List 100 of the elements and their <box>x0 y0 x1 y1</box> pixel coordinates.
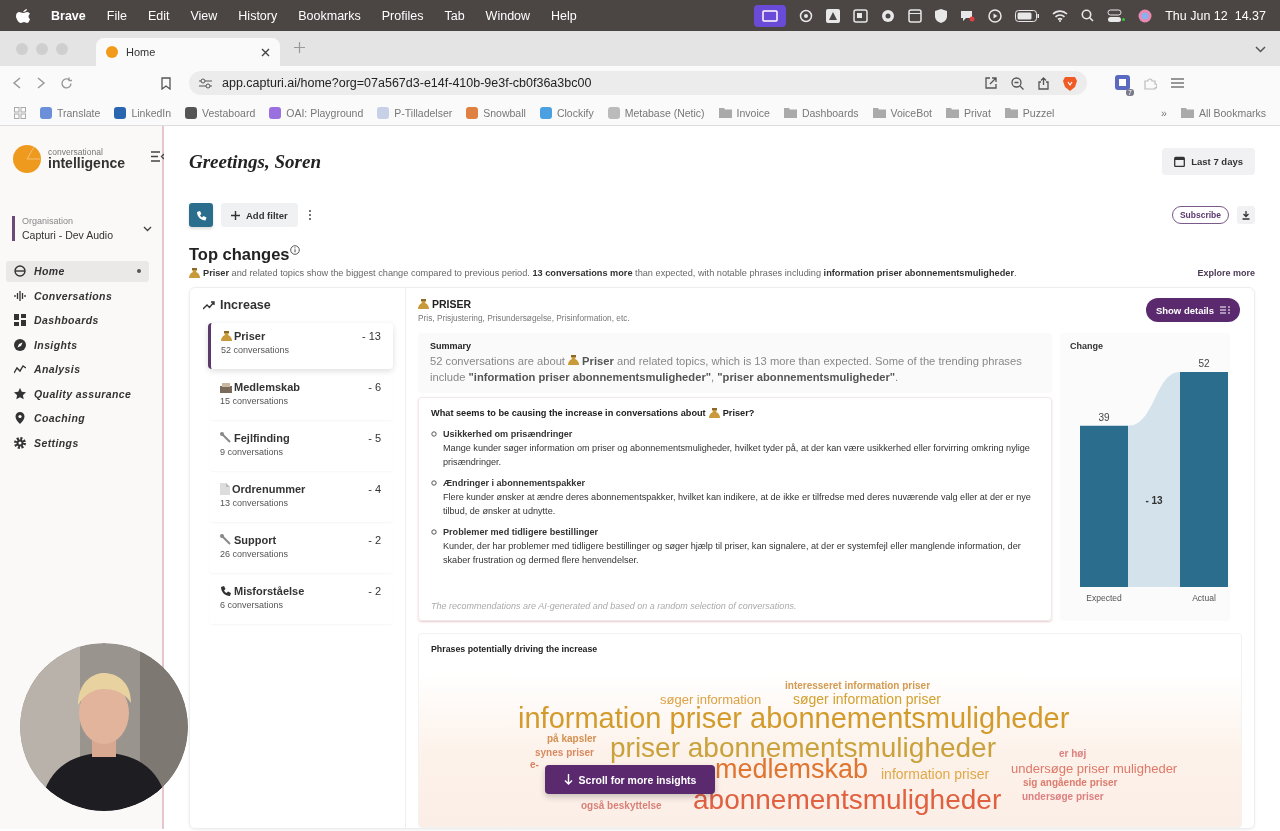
play-icon[interactable] <box>988 8 1003 23</box>
bookmark[interactable]: Puzzel <box>1004 106 1055 119</box>
reload-icon[interactable] <box>60 76 73 90</box>
site-icon <box>185 106 198 119</box>
scroll-button[interactable]: Scroll for more insights <box>545 765 715 794</box>
cause-text: Mange kunder søger information om priser og abonnementsmuligheder, hvilket tyder på, at der kan være usikkerhed eller forvirring omkring nylige prisændringer. <box>443 442 1031 469</box>
more-bookmarks[interactable]: » <box>1161 106 1167 119</box>
menu-item[interactable]: Window <box>485 8 531 23</box>
bookmark[interactable]: Invoice <box>718 106 770 119</box>
chart-title: Change <box>1070 341 1104 351</box>
add-filter-button[interactable]: Add filter <box>221 203 298 227</box>
difference-label: - 13 <box>1145 495 1163 507</box>
lion-icon[interactable] <box>1063 75 1077 91</box>
nav-item[interactable]: Conversations <box>6 285 149 306</box>
triangle-icon[interactable] <box>826 8 841 23</box>
menu-icon[interactable] <box>1171 78 1184 88</box>
back-icon[interactable] <box>12 77 22 89</box>
menu-item[interactable]: Tab <box>444 8 465 23</box>
bookmark-icon[interactable] <box>161 76 171 90</box>
menu-item[interactable]: File <box>106 8 127 23</box>
toggle-icon[interactable] <box>1107 8 1126 23</box>
window-icon[interactable] <box>853 8 869 23</box>
organisation-selector[interactable]: Organisation Capturi - Dev Audio <box>12 216 152 241</box>
topic-item[interactable]: Support - 2 26 conversations <box>209 527 393 573</box>
topic-item[interactable]: Misforståelse - 2 6 conversations <box>209 578 393 624</box>
zoom-out-icon[interactable] <box>1011 76 1024 90</box>
topic-item[interactable]: Medlemskab - 6 15 conversations <box>209 374 393 420</box>
avatar-icon[interactable] <box>1138 8 1153 23</box>
calendar-icon[interactable] <box>908 8 923 23</box>
nav-item[interactable]: Dashboards <box>6 310 149 331</box>
bookmark[interactable]: Clockify <box>539 106 594 119</box>
bookmark[interactable]: Translate <box>40 106 101 119</box>
topic-item[interactable]: Ordrenummer - 4 13 conversations <box>209 476 393 522</box>
logo-text: intelligence <box>48 156 126 171</box>
subscribe-button[interactable]: Subscribe <box>1171 206 1229 224</box>
apple-icon[interactable] <box>16 7 30 24</box>
trending-up-icon <box>203 300 215 310</box>
browser-tab[interactable]: Home <box>96 38 280 66</box>
phone-button[interactable] <box>189 203 213 227</box>
bookmark[interactable]: Snowball <box>466 106 526 119</box>
tune-icon[interactable] <box>199 77 212 89</box>
topic-name: Support <box>234 534 277 546</box>
close-icon[interactable] <box>261 47 270 57</box>
download-button[interactable] <box>1237 206 1255 224</box>
collapse-sidebar-icon[interactable] <box>151 151 164 162</box>
app-menu[interactable]: Brave <box>51 8 86 23</box>
bookmark[interactable]: LinkedIn <box>114 106 172 119</box>
share-icon[interactable] <box>1038 76 1049 90</box>
nav-item[interactable]: Analysis <box>6 359 149 380</box>
battery-icon[interactable] <box>1015 9 1040 22</box>
show-details-button[interactable]: Show details <box>1145 298 1240 322</box>
date-range-button[interactable]: Last 7 days <box>1162 148 1255 175</box>
menu-item[interactable]: History <box>238 8 278 23</box>
address-bar[interactable]: app.capturi.ai/home?org=07a567d3-e14f-410b-9e3f-cb0f36a3bc00 <box>189 71 1087 95</box>
settings-icon <box>14 436 26 449</box>
explore-more-link[interactable]: Explore more <box>1197 268 1255 278</box>
forward-icon[interactable] <box>36 77 46 89</box>
info-icon[interactable] <box>289 245 300 255</box>
data-label: 52 <box>1198 358 1210 369</box>
bookmark[interactable]: P-Tilladelser <box>377 106 453 119</box>
wifi-icon[interactable] <box>1052 9 1069 22</box>
bullet-icon <box>431 529 437 535</box>
bullet-icon <box>431 480 437 486</box>
chat-icon[interactable] <box>960 8 976 23</box>
active-dot-icon <box>137 269 141 274</box>
site-icon <box>114 106 127 119</box>
bookmark[interactable]: Metabase (Netic) <box>607 106 705 119</box>
nav-item[interactable]: Settings <box>6 432 149 453</box>
topic-item[interactable]: Fejlfinding - 5 9 conversations <box>209 425 393 471</box>
screen-mirror-icon[interactable] <box>754 4 787 27</box>
bookmark[interactable]: OAI: Playground <box>269 106 364 119</box>
change-value: - 13 <box>362 330 381 342</box>
extension-icon[interactable] <box>1115 74 1130 90</box>
menu-item[interactable]: Profiles <box>381 8 424 23</box>
search-icon[interactable] <box>1081 9 1095 22</box>
nav-item[interactable]: Quality assurance <box>6 383 149 404</box>
chevron-down-icon[interactable] <box>1255 46 1266 53</box>
menu-item[interactable]: View <box>190 8 218 23</box>
menu-item[interactable]: Edit <box>147 8 170 23</box>
all-bookmarks[interactable]: All Bookmarks <box>1180 106 1266 119</box>
external-link-icon[interactable] <box>985 77 997 89</box>
shield-icon[interactable] <box>935 8 948 23</box>
nav-item[interactable]: Coaching <box>6 408 149 429</box>
nav-item[interactable]: Home <box>6 261 149 282</box>
folder-icon <box>872 107 886 118</box>
menu-item[interactable]: Help <box>551 8 577 23</box>
bookmark[interactable]: Privat <box>945 106 991 119</box>
change-value: - 4 <box>368 483 381 495</box>
bookmark[interactable]: VoiceBot <box>872 106 932 119</box>
star-icon <box>14 387 26 400</box>
topic-name: Priser? <box>722 408 755 418</box>
menu-item[interactable]: Bookmarks <box>298 8 361 23</box>
gear-icon[interactable] <box>881 8 896 23</box>
knot-icon[interactable] <box>799 8 814 23</box>
topic-item[interactable]: Priser - 13 52 conversations <box>208 323 393 369</box>
wrench-icon <box>220 534 232 546</box>
bookmark[interactable]: Vestaboard <box>185 106 256 119</box>
home-icon <box>14 265 26 278</box>
bookmark[interactable]: Dashboards <box>783 106 859 119</box>
nav-item[interactable]: Insights <box>6 334 149 355</box>
